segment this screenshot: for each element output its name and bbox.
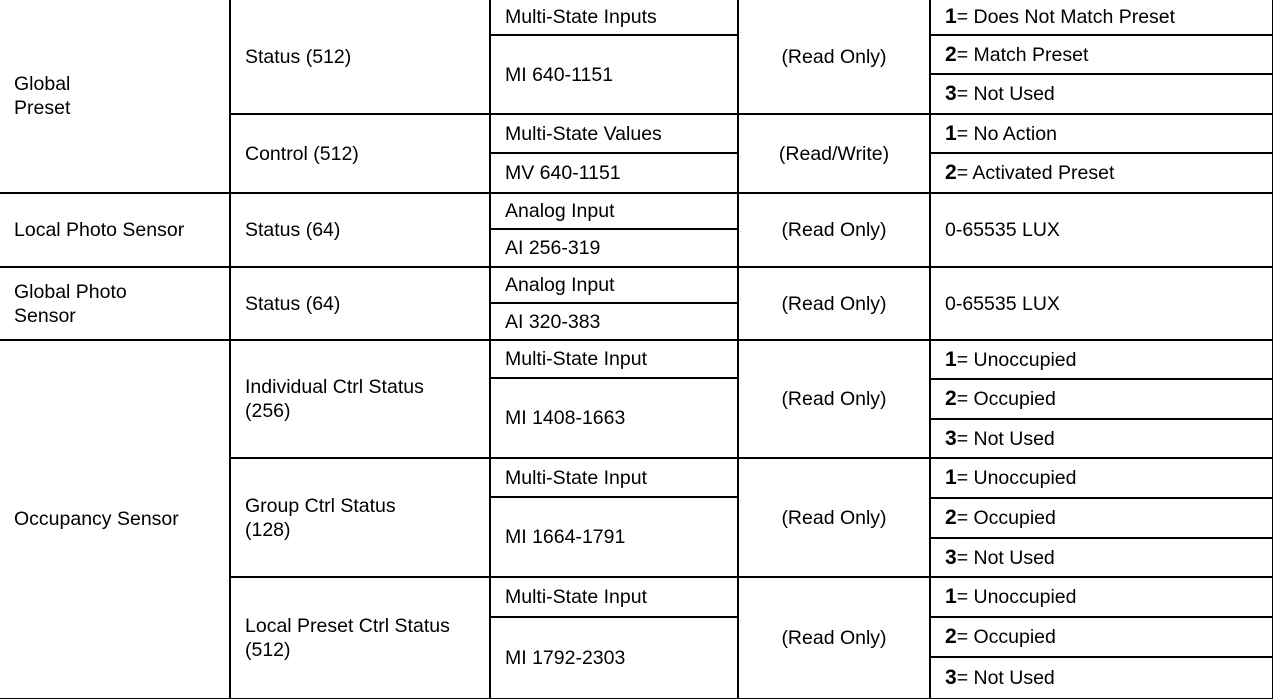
access-cell: (Read Only) <box>737 339 931 459</box>
category-cell: Global Preset <box>0 0 231 194</box>
group-name-label: (256) <box>245 400 291 422</box>
value-text: = Occupied <box>956 626 1056 648</box>
value-number: 3 <box>945 82 957 105</box>
category-label: Global Photo <box>14 280 127 303</box>
object-type-cell: Multi-State Input <box>489 339 739 379</box>
group-name-label: Group Ctrl Status <box>245 494 396 517</box>
category-label: Global <box>14 73 71 95</box>
value-cell: 3 = Not Used <box>929 537 1273 578</box>
value-cell: 2 = Activated Preset <box>929 152 1273 194</box>
value-number: 1 <box>945 585 957 608</box>
value-text: = Not Used <box>956 546 1055 569</box>
value-cell: 2 = Match Preset <box>929 34 1273 75</box>
value-number: 1 <box>945 121 957 145</box>
value-text: = Match Preset <box>956 43 1089 66</box>
object-type-cell: Multi-State Input <box>489 457 739 498</box>
value-cell: 2 = Occupied <box>929 616 1273 658</box>
group-name-label: Individual Ctrl Status <box>245 376 424 398</box>
value-text: = Occupied <box>956 507 1056 529</box>
group-name-cell: Local Preset Ctrl Status (512) <box>229 576 491 699</box>
group-name-cell: Status (512) <box>229 0 491 115</box>
value-number: 1 <box>945 466 957 489</box>
category-cell: Occupancy Sensor <box>0 339 231 699</box>
value-number: 1 <box>945 347 957 371</box>
value-text: = Occupied <box>956 388 1056 410</box>
value-number: 2 <box>945 161 957 184</box>
value-number: 2 <box>945 506 957 529</box>
value-cell: 3 = Not Used <box>929 418 1273 459</box>
object-range-cell: MI 1792-2303 <box>489 616 739 699</box>
value-cell: 1 = Unoccupied <box>929 576 1273 618</box>
value-cell: 2 = Occupied <box>929 497 1273 539</box>
value-number: 3 <box>945 545 957 569</box>
group-name-cell: Status (64) <box>229 192 491 268</box>
group-name-label: Local Preset Ctrl Status <box>245 614 450 637</box>
group-name-cell: Group Ctrl Status (128) <box>229 457 491 578</box>
category-cell: Local Photo Sensor <box>0 192 231 268</box>
value-number: 2 <box>945 42 957 66</box>
object-type-cell: Multi-State Input <box>489 576 739 618</box>
value-cell: 1 = Unoccupied <box>929 339 1273 380</box>
group-name-label: (512) <box>245 638 291 661</box>
group-name-cell: Individual Ctrl Status (256) <box>229 339 491 459</box>
object-type-cell: Multi-State Values <box>489 113 739 154</box>
access-cell: (Read Only) <box>737 576 931 699</box>
value-cell: 0-65535 LUX <box>929 266 1273 341</box>
object-type-cell: Multi-State Inputs <box>489 0 739 36</box>
access-cell: (Read/Write) <box>737 113 931 194</box>
category-label: Preset <box>14 97 71 119</box>
value-cell: 0-65535 LUX <box>929 192 1273 268</box>
value-text: = Unoccupied <box>956 467 1077 489</box>
value-cell: 1 = Unoccupied <box>929 457 1273 499</box>
value-text: = Unoccupied <box>956 586 1077 608</box>
group-name-label: (128) <box>245 518 291 541</box>
value-text: = Does Not Match Preset <box>956 6 1176 28</box>
object-range-cell: MI 1408-1663 <box>489 377 739 459</box>
object-range-cell: AI 320-383 <box>489 302 739 341</box>
access-cell: (Read Only) <box>737 0 931 115</box>
object-range-cell: AI 256-319 <box>489 228 739 268</box>
value-number: 2 <box>945 387 957 410</box>
value-cell: 1 = No Action <box>929 113 1273 154</box>
category-label: Sensor <box>14 304 76 327</box>
value-number: 3 <box>945 426 957 450</box>
value-number: 1 <box>945 5 957 28</box>
value-text: = Activated Preset <box>956 162 1115 184</box>
object-range-cell: MI 640-1151 <box>489 34 739 115</box>
value-cell: 3 = Not Used <box>929 656 1273 699</box>
value-text: = No Action <box>956 122 1057 145</box>
value-text: = Not Used <box>956 666 1055 689</box>
value-text: = Not Used <box>956 83 1055 105</box>
value-text: = Not Used <box>956 427 1055 450</box>
object-type-cell: Analog Input <box>489 192 739 230</box>
access-cell: (Read Only) <box>737 192 931 268</box>
group-name-cell: Control (512) <box>229 113 491 194</box>
object-range-cell: MI 1664-1791 <box>489 496 739 578</box>
value-text: = Unoccupied <box>956 348 1077 371</box>
value-number: 3 <box>945 665 957 689</box>
value-number: 2 <box>945 625 957 648</box>
value-cell: 2 = Occupied <box>929 378 1273 420</box>
access-cell: (Read Only) <box>737 457 931 578</box>
access-cell: (Read Only) <box>737 266 931 341</box>
value-cell: 1 = Does Not Match Preset <box>929 0 1273 36</box>
object-type-cell: Analog Input <box>489 266 739 304</box>
value-cell: 3 = Not Used <box>929 73 1273 115</box>
category-cell: Global Photo Sensor <box>0 266 231 341</box>
object-range-cell: MV 640-1151 <box>489 152 739 194</box>
group-name-cell: Status (64) <box>229 266 491 341</box>
